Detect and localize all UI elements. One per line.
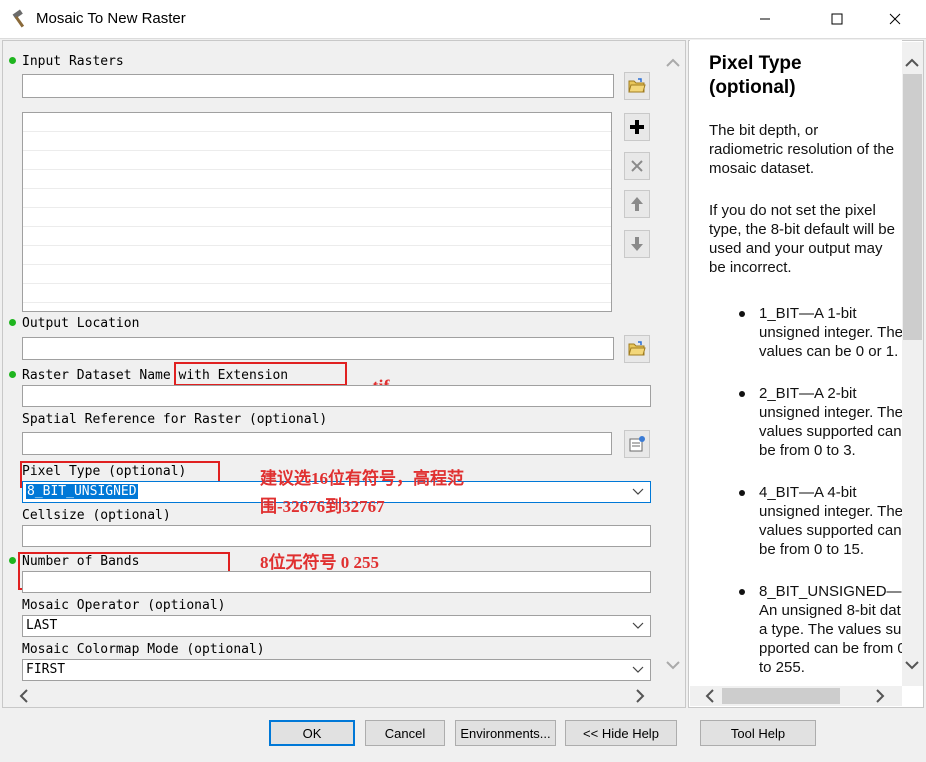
hide-help-button[interactable]: << Hide Help bbox=[565, 720, 677, 746]
bullet-icon bbox=[739, 311, 745, 317]
list-item bbox=[23, 151, 611, 170]
chevron-down-icon bbox=[632, 622, 644, 629]
chevron-left-icon bbox=[19, 689, 28, 703]
help-hscroll-thumb[interactable] bbox=[722, 688, 840, 704]
browse-output-location-button[interactable] bbox=[624, 335, 650, 363]
help-paragraph-1: The bit depth, or radiometric resolution… bbox=[709, 122, 895, 177]
chevron-down-icon bbox=[632, 666, 644, 673]
chevron-down-icon bbox=[905, 661, 919, 670]
required-dot bbox=[9, 371, 16, 378]
help-paragraph-2: If you do not set the pixel type, the 8-… bbox=[709, 202, 895, 276]
minimize-icon bbox=[760, 18, 770, 20]
annotation-box-extension bbox=[174, 362, 347, 386]
annotation-line-4: 8位无符号 0 255 bbox=[260, 553, 379, 572]
output-location-input[interactable] bbox=[22, 337, 614, 360]
close-button[interactable] bbox=[872, 0, 918, 38]
arrow-up-icon bbox=[631, 197, 643, 211]
required-dot bbox=[9, 319, 16, 326]
chevron-down-icon bbox=[666, 661, 680, 670]
folder-open-icon bbox=[628, 78, 646, 93]
delete-icon bbox=[631, 160, 643, 172]
mosaic-operator-label: Mosaic Operator (optional) bbox=[22, 598, 226, 613]
cancel-button[interactable]: Cancel bbox=[365, 720, 445, 746]
remove-button[interactable] bbox=[624, 152, 650, 180]
move-down-button[interactable] bbox=[624, 230, 650, 258]
help-bullet-item: 2_BIT—A 2-bit unsigned integer. The valu… bbox=[739, 384, 902, 460]
input-rasters-label: Input Rasters bbox=[22, 54, 124, 69]
spatial-reference-properties-button[interactable] bbox=[624, 430, 650, 458]
plus-icon bbox=[630, 120, 644, 134]
list-item bbox=[23, 246, 611, 265]
parameters-horizontal-scrollbar[interactable] bbox=[4, 686, 684, 706]
tool-help-button[interactable]: Tool Help bbox=[700, 720, 816, 746]
mosaic-operator-select[interactable]: LAST bbox=[22, 615, 651, 637]
minimize-button[interactable] bbox=[742, 0, 788, 38]
window-title: Mosaic To New Raster bbox=[36, 10, 186, 27]
maximize-button[interactable] bbox=[814, 0, 860, 38]
list-item bbox=[23, 189, 611, 208]
properties-icon bbox=[629, 436, 645, 452]
help-bullet-item: 1_BIT—A 1-bit unsigned integer. The valu… bbox=[739, 304, 902, 361]
chevron-right-icon bbox=[636, 689, 645, 703]
bullet-icon bbox=[739, 391, 745, 397]
hammer-icon bbox=[12, 9, 25, 28]
help-horizontal-scrollbar[interactable] bbox=[690, 686, 902, 706]
cellsize-label: Cellsize (optional) bbox=[22, 508, 171, 523]
list-item bbox=[23, 227, 611, 246]
dataset-name-input[interactable] bbox=[22, 385, 651, 407]
chevron-left-icon bbox=[705, 689, 714, 703]
help-content: Pixel Type (optional) The bit depth, or … bbox=[690, 40, 902, 686]
help-bullet-item: 4_BIT—A 4-bit unsigned integer. The valu… bbox=[739, 483, 902, 559]
spatial-reference-label: Spatial Reference for Raster (optional) bbox=[22, 412, 328, 427]
bands-input[interactable] bbox=[22, 571, 651, 593]
input-rasters-list[interactable] bbox=[22, 112, 612, 312]
add-button[interactable] bbox=[624, 113, 650, 141]
output-location-label: Output Location bbox=[22, 316, 140, 331]
maximize-icon bbox=[831, 13, 843, 25]
move-up-button[interactable] bbox=[624, 190, 650, 218]
ok-button[interactable]: OK bbox=[269, 720, 355, 746]
colormap-mode-select[interactable]: FIRST bbox=[22, 659, 651, 681]
chevron-right-icon bbox=[876, 689, 885, 703]
pixel-type-selected-value: 8_BIT_UNSIGNED bbox=[26, 484, 138, 499]
arrow-down-icon bbox=[631, 237, 643, 251]
colormap-mode-label: Mosaic Colormap Mode (optional) bbox=[22, 642, 265, 657]
chevron-down-icon bbox=[632, 488, 644, 495]
required-dot bbox=[9, 57, 16, 64]
title-divider bbox=[0, 38, 926, 39]
annotation-line-2: 围-32676到32767 bbox=[260, 497, 385, 516]
folder-open-icon bbox=[628, 341, 646, 356]
chevron-up-icon bbox=[905, 58, 919, 67]
list-item bbox=[23, 208, 611, 227]
bullet-icon bbox=[739, 490, 745, 496]
required-dot bbox=[9, 557, 16, 564]
help-scroll-thumb[interactable] bbox=[903, 74, 922, 340]
help-title: Pixel Type (optional) bbox=[709, 53, 802, 98]
close-icon bbox=[889, 13, 901, 25]
list-item bbox=[23, 284, 611, 303]
annotation-line-1: 建议选16位有符号，高程范 bbox=[260, 469, 464, 488]
list-item bbox=[23, 170, 611, 189]
chevron-up-icon bbox=[666, 58, 680, 67]
parameters-vertical-scrollbar[interactable] bbox=[662, 42, 684, 686]
cellsize-input[interactable] bbox=[22, 525, 651, 547]
bullet-icon bbox=[739, 589, 745, 595]
list-item bbox=[23, 113, 611, 132]
help-vertical-scrollbar[interactable] bbox=[902, 42, 923, 686]
environments-button[interactable]: Environments... bbox=[455, 720, 556, 746]
help-bullet-item: 8_BIT_UNSIGNED—An unsigned 8-bit data ty… bbox=[739, 582, 902, 677]
spatial-reference-input[interactable] bbox=[22, 432, 612, 455]
list-item bbox=[23, 265, 611, 284]
input-rasters-input[interactable] bbox=[22, 74, 614, 98]
list-item bbox=[23, 132, 611, 151]
browse-input-rasters-button[interactable] bbox=[624, 72, 650, 100]
